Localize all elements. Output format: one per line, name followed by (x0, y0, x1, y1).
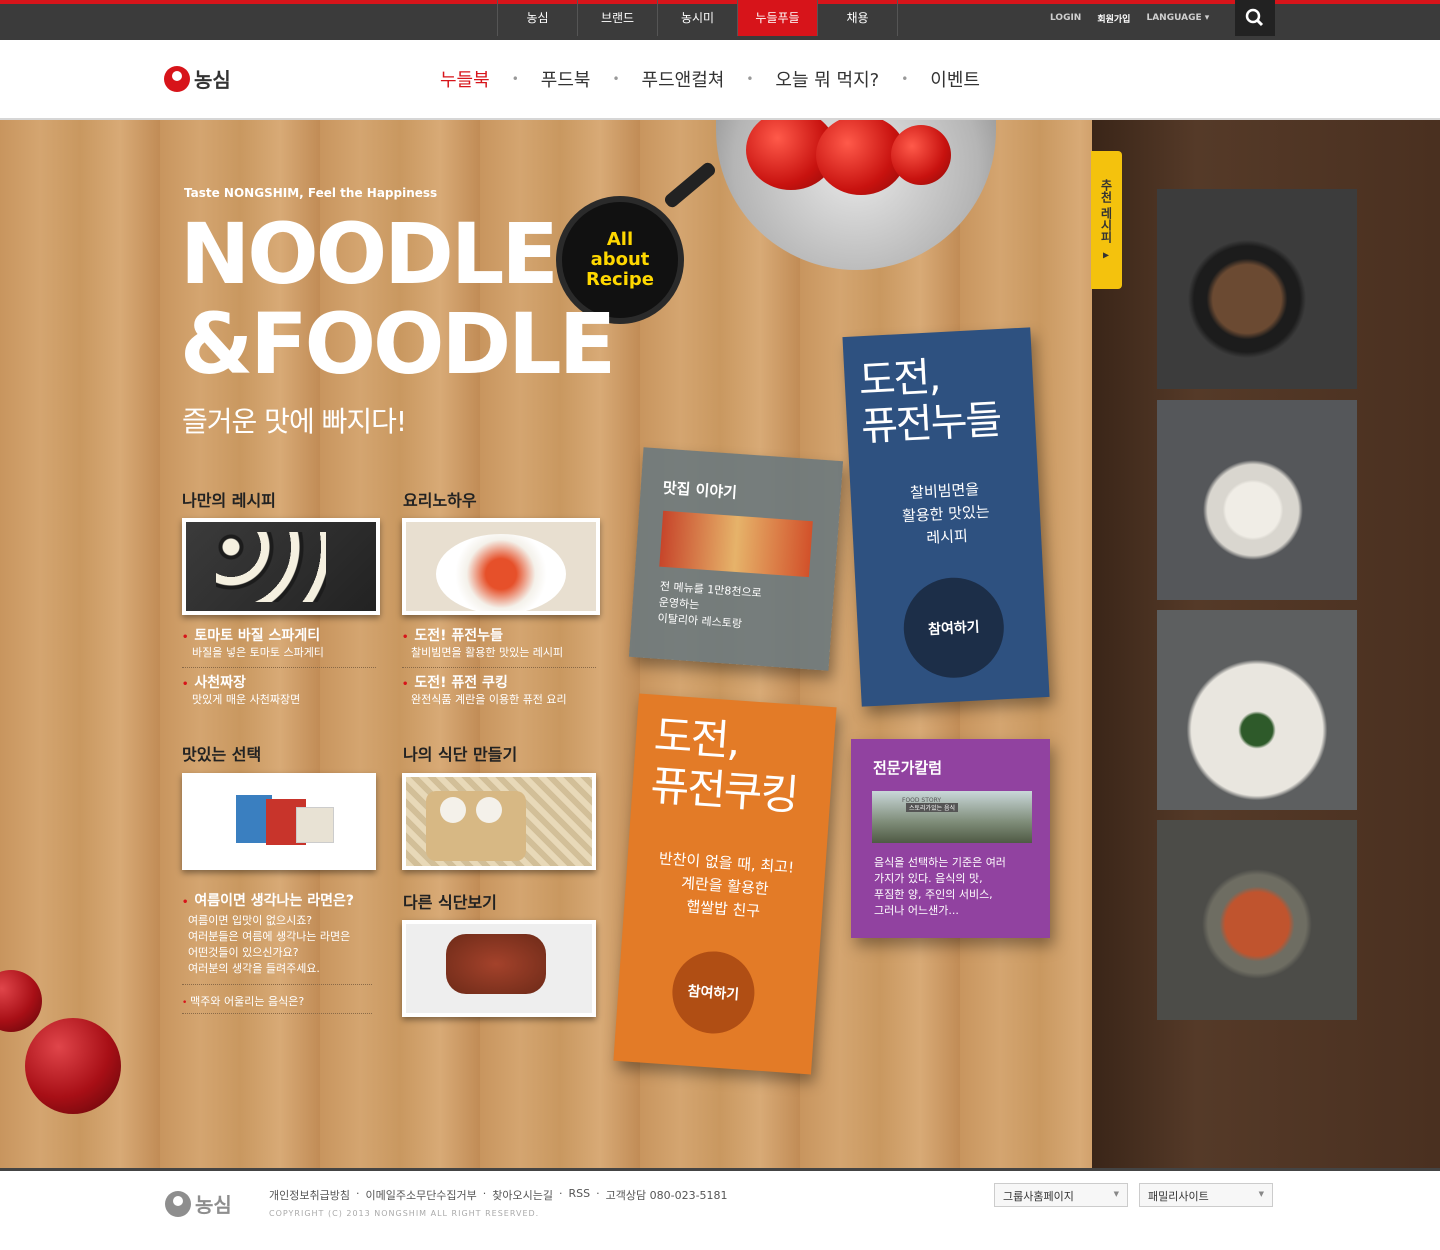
knowhow-item-1-desc: 찰비빔면을 활용한 맛있는 레시피 (411, 646, 564, 659)
recipe-item-2-desc: 맛있게 매운 사천짜장면 (192, 693, 301, 706)
rss-link[interactable]: RSS (569, 1187, 591, 1203)
top-links: LOGIN 회원가입 LANGUAGE ▾ (1050, 0, 1209, 36)
choice-item-2[interactable]: • 맥주와 어울리는 음식은? (182, 993, 304, 1009)
recommended-recipe-tab[interactable]: 추천 레시피 ▸ (1091, 151, 1122, 289)
recipe-item-1[interactable]: 토마토 바질 스파게티 (182, 625, 320, 645)
nongshim-logo[interactable]: 농심 (164, 64, 231, 93)
divider (402, 667, 596, 668)
pork-dish-thumbnail[interactable] (402, 920, 596, 1017)
divider (182, 984, 372, 985)
family-site-select[interactable]: 패밀리사이트 (1139, 1183, 1273, 1207)
hero-title-line2: &FOODLE (180, 295, 616, 393)
top-nav: 농심 브랜드 농시미 누들푸들 채용 (497, 0, 898, 36)
divider (182, 667, 376, 668)
fusion-cooking-desc: 반찬이 없을 때, 최고! 계란을 활용한 햅쌀밥 친구 (658, 849, 795, 921)
column-card-image: FOOD STORY 스토리가있는 음식 (872, 791, 1032, 843)
lunchbox-thumbnail[interactable] (402, 773, 596, 870)
section-title-diet[interactable]: 나의 식단 만들기 (403, 741, 517, 765)
recipe-item-2[interactable]: 사천짜장 (182, 672, 246, 692)
column-card-desc: 음식을 선택하는 기준은 여러 가지가 있다. 음식의 맛, 푸짐한 양, 주인의 … (874, 856, 1006, 917)
recipe-item-1-desc: 바질을 넣은 토마토 스파게티 (192, 646, 324, 659)
section-title-my-recipe[interactable]: 나만의 레시피 (182, 487, 276, 511)
expert-column-card[interactable]: 전문가칼럼 FOOD STORY 스토리가있는 음식 음식을 선택하는 기준은 … (851, 739, 1050, 938)
customer-service-phone: 고객상담 080-023-5181 (605, 1189, 728, 1202)
nav-noodlebook[interactable]: 누들북 (440, 66, 490, 92)
top-nav-item[interactable]: 브랜드 (578, 0, 658, 36)
apple-image (25, 1018, 121, 1114)
top-nav-item-active[interactable]: 누들푸들 (738, 0, 818, 36)
fusion-noodle-title: 도전, 퓨전누들 (857, 354, 1002, 451)
side-recipe-photo-3[interactable] (1157, 610, 1357, 810)
pasta-thumbnail[interactable] (402, 518, 600, 615)
restaurant-story-card[interactable]: 맛집 이야기 전 메뉴를 1만8천으로 운영하는 이탈리아 레스토랑 (628, 447, 844, 671)
side-recipe-photo-4[interactable] (1157, 820, 1357, 1020)
fusion-noodle-card[interactable]: 도전, 퓨전누들 찰비빔면을 활용한 맛있는 레시피 참여하기 (842, 327, 1050, 707)
top-nav-item[interactable]: 농심 (498, 0, 578, 36)
tagline: Taste NONGSHIM, Feel the Happiness (184, 186, 438, 200)
restaurant-card-title: 맛집 이야기 (662, 478, 738, 502)
choice-item-1-desc: 여름이면 입맛이 없으시죠? 여러분들은 여름에 생각나는 라면은 어떤것들이 있으… (188, 914, 351, 975)
language-dropdown[interactable]: LANGUAGE ▾ (1146, 13, 1209, 23)
fusion-cooking-card[interactable]: 도전, 퓨전쿠킹 반찬이 없을 때, 최고! 계란을 활용한 햅쌀밥 친구 참여하기 (613, 693, 837, 1075)
top-nav-item[interactable]: 채용 (818, 0, 898, 36)
directions-link[interactable]: 찾아오시는길 (492, 1187, 553, 1203)
group-site-select[interactable]: 그룹사홈페이지 (994, 1183, 1128, 1207)
restaurant-card-desc: 전 메뉴를 1만8천으로 운영하는 이탈리아 레스토랑 (657, 579, 763, 631)
privacy-policy-link[interactable]: 개인정보취급방침 (269, 1187, 350, 1203)
footer-logo[interactable]: 농심 (165, 1189, 232, 1218)
search-button[interactable] (1235, 0, 1275, 36)
logo-icon (164, 65, 190, 92)
knowhow-item-2[interactable]: 도전! 퓨전 쿠킹 (402, 672, 507, 692)
hero-subtitle: 즐거운 맛에 빠지다! (182, 405, 407, 438)
side-recipe-photo-2[interactable] (1157, 400, 1357, 600)
side-recipe-photo-1[interactable] (1157, 189, 1357, 389)
footer-logo-icon (165, 1190, 191, 1217)
nav-event[interactable]: 이벤트 (930, 66, 980, 92)
login-link[interactable]: LOGIN (1050, 13, 1081, 23)
knowhow-item-2-desc: 완전식품 계란을 이용한 퓨전 요리 (411, 693, 567, 706)
top-nav-item[interactable]: 농시미 (658, 0, 738, 36)
section-title-knowhow[interactable]: 요리노하우 (403, 487, 477, 511)
main-nav: 누들북 • 푸드북 • 푸드앤컬쳐 • 오늘 뭐 먹지? • 이벤트 (440, 66, 980, 92)
fusion-cooking-title: 도전, 퓨전쿠킹 (649, 710, 799, 820)
email-refusal-link[interactable]: 이메일주소무단수집거부 (365, 1187, 476, 1203)
hero-title-line1: NOODLE (180, 205, 559, 303)
knowhow-item-1[interactable]: 도전! 퓨전누들 (402, 625, 503, 645)
kimbap-thumbnail[interactable] (182, 518, 380, 615)
search-icon (1245, 8, 1264, 27)
fusion-noodle-join-button[interactable]: 참여하기 (901, 575, 1007, 681)
section-title-choice[interactable]: 맛있는 선택 (182, 741, 261, 765)
logo-text: 농심 (194, 68, 231, 92)
join-link[interactable]: 회원가입 (1097, 12, 1130, 25)
fusion-cooking-join-button[interactable]: 참여하기 (669, 948, 758, 1037)
restaurant-card-image (659, 510, 813, 578)
section-title-diet-other[interactable]: 다른 식단보기 (403, 889, 497, 913)
divider (182, 1013, 372, 1014)
nav-food-culture[interactable]: 푸드앤컬쳐 (642, 66, 725, 92)
ramen-products-thumbnail[interactable] (182, 773, 376, 870)
fusion-noodle-desc: 찰비빔면을 활용한 맛있는 레시피 (901, 480, 991, 548)
copyright: COPYRIGHT (C) 2013 NONGSHIM ALL RIGHT RE… (269, 1209, 540, 1218)
nav-foodbook[interactable]: 푸드북 (541, 66, 591, 92)
footer-links: 개인정보취급방침 · 이메일주소무단수집거부 · 찾아오시는길 · RSS · … (269, 1187, 728, 1203)
nav-what-to-eat[interactable]: 오늘 뭐 먹지? (775, 66, 879, 92)
choice-item-1[interactable]: 여름이면 생각나는 라면은? (182, 890, 354, 910)
column-card-title: 전문가칼럼 (873, 759, 943, 777)
badge-text: All about Recipe (585, 229, 654, 290)
